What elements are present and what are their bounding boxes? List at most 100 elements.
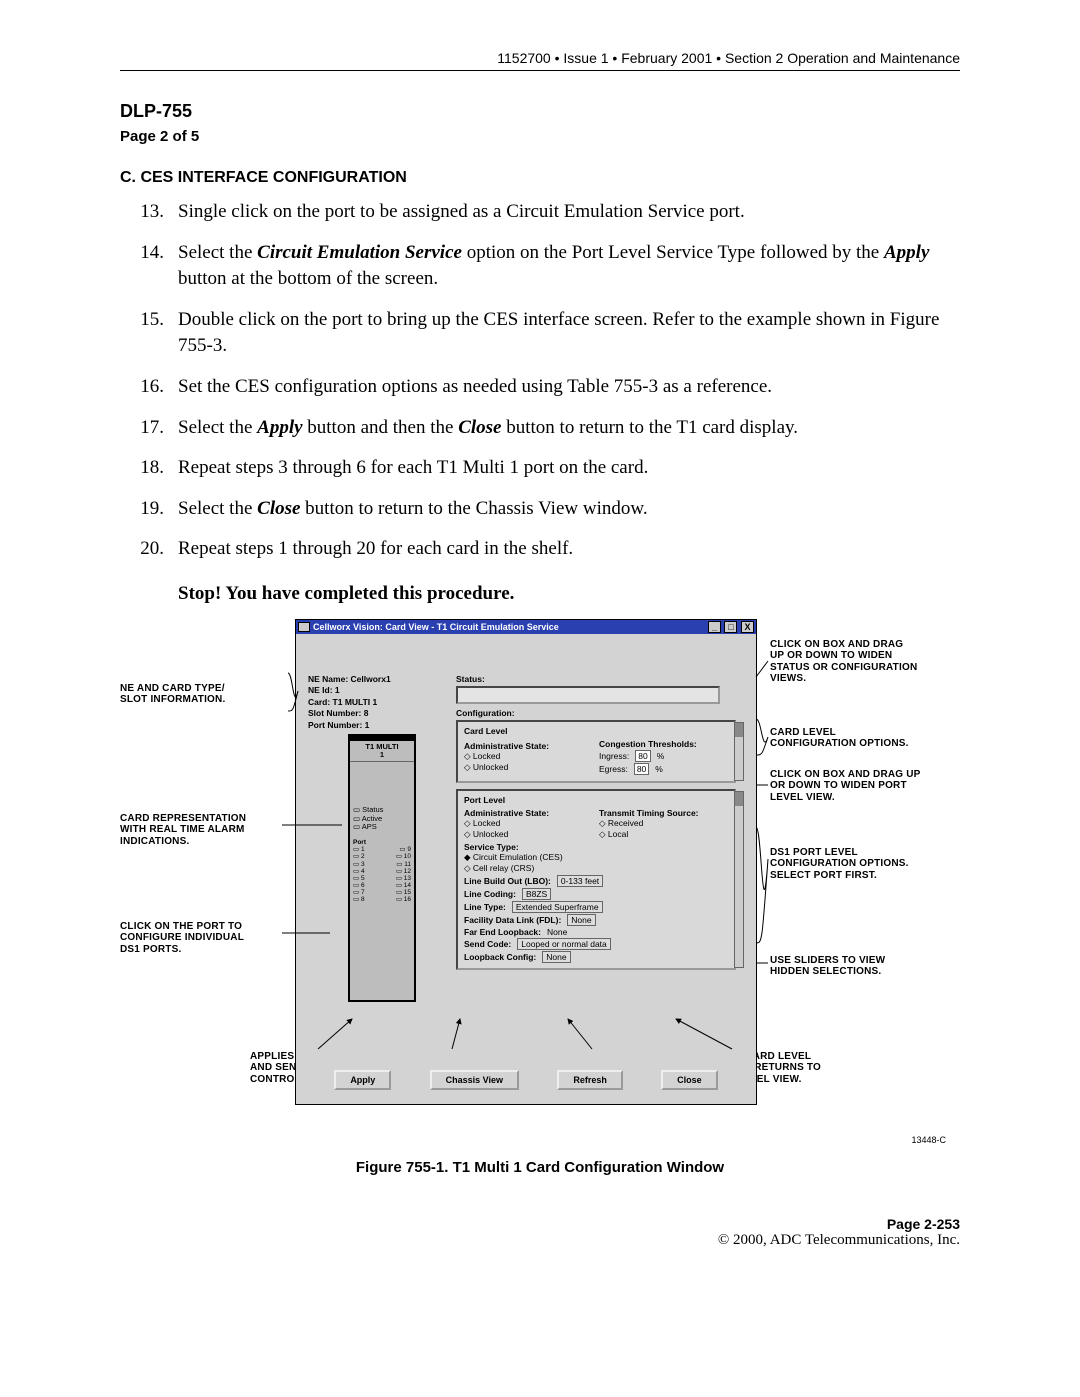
step: 19.Select the Close button to return to … <box>120 496 960 523</box>
card-label-bot: 1 <box>380 750 384 759</box>
card-type: Card: T1 MULTI 1 <box>308 697 391 708</box>
cl-locked-radio[interactable]: Locked <box>464 751 593 762</box>
pl-unlocked-radio[interactable]: Unlocked <box>464 829 593 840</box>
callout-drag-port: CLICK ON BOX AND DRAG UPOR DOWN TO WIDEN… <box>770 769 960 804</box>
port-4[interactable]: 4 <box>353 868 365 875</box>
step-body: Repeat steps 1 through 20 for each card … <box>178 536 960 563</box>
sysmenu-icon[interactable] <box>298 622 310 632</box>
port-10[interactable]: 10 <box>396 853 411 860</box>
port-13[interactable]: 13 <box>396 875 411 882</box>
pl-fdl-select[interactable]: None <box>567 914 595 926</box>
status-label: Status: <box>456 674 736 684</box>
ne-info-block: NE Name: Cellworx1 NE Id: 1 Card: T1 MUL… <box>308 674 391 731</box>
slot-number: Slot Number: 8 <box>308 708 391 719</box>
port-5[interactable]: 5 <box>353 875 365 882</box>
pl-svc-crs-radio[interactable]: Cell relay (CRS) <box>464 863 728 874</box>
callout-card-level: CARD LEVELCONFIGURATION OPTIONS. <box>770 727 960 750</box>
port-9[interactable]: 9 <box>399 846 411 853</box>
maximize-icon[interactable]: □ <box>724 621 737 633</box>
port-7[interactable]: 7 <box>353 889 365 896</box>
card-level-title: Card Level <box>464 726 728 736</box>
card-level-scrollbar[interactable] <box>734 722 744 781</box>
refresh-button[interactable]: Refresh <box>557 1070 623 1090</box>
pl-fel-label: Far End Loopback: <box>464 927 541 937</box>
stop-line: Stop! You have completed this procedure. <box>178 583 960 605</box>
close-icon[interactable]: X <box>741 621 754 633</box>
figure-755-1: NE AND CARD TYPE/SLOT INFORMATION. CARD … <box>120 619 960 1139</box>
status-box[interactable] <box>456 686 720 704</box>
minimize-icon[interactable]: _ <box>708 621 721 633</box>
figure-id: 13448-C <box>911 1135 946 1145</box>
step: 20.Repeat steps 1 through 20 for each ca… <box>120 536 960 563</box>
step: 15.Double click on the port to bring up … <box>120 307 960 360</box>
legend-aps: APS <box>353 823 411 831</box>
pl-fel-val: None <box>547 927 567 937</box>
ne-id: NE Id: 1 <box>308 685 391 696</box>
step-body: Double click on the port to bring up the… <box>178 307 960 360</box>
pl-lbo-label: Line Build Out (LBO): <box>464 876 551 886</box>
step-body: Select the Close button to return to the… <box>178 496 960 523</box>
step-number: 13. <box>120 199 178 226</box>
running-header: 1152700 • Issue 1 • February 2001 • Sect… <box>120 50 960 66</box>
steps-list: 13.Single click on the port to be assign… <box>120 199 960 563</box>
callout-drag-status: CLICK ON BOX AND DRAGUP OR DOWN TO WIDEN… <box>770 639 960 685</box>
pl-lt-label: Line Type: <box>464 902 506 912</box>
window-titlebar[interactable]: Cellworx Vision: Card View - T1 Circuit … <box>296 620 756 634</box>
callout-ne-slot: NE AND CARD TYPE/SLOT INFORMATION. <box>120 683 290 706</box>
pl-lt-select[interactable]: Extended Superframe <box>512 901 603 913</box>
pl-admin-label: Administrative State: <box>464 808 593 818</box>
step: 17.Select the Apply button and then the … <box>120 415 960 442</box>
port-8[interactable]: 8 <box>353 896 365 903</box>
callout-card-rep: CARD REPRESENTATIONWITH REAL TIME ALARMI… <box>120 813 290 848</box>
port-1[interactable]: 1 <box>353 846 365 853</box>
footer-copyright: © 2000, ADC Telecommunications, Inc. <box>120 1232 960 1249</box>
port-16[interactable]: 16 <box>396 896 411 903</box>
cl-admin-label: Administrative State: <box>464 741 593 751</box>
cl-egress-label: Egress: <box>599 764 628 774</box>
apply-button[interactable]: Apply <box>334 1070 391 1090</box>
pl-lc-label: Line Coding: <box>464 889 516 899</box>
step: 14.Select the Circuit Emulation Service … <box>120 240 960 293</box>
port-12[interactable]: 12 <box>396 868 411 875</box>
pl-svc-label: Service Type: <box>464 842 728 852</box>
pl-local-radio[interactable]: Local <box>599 829 728 840</box>
port-14[interactable]: 14 <box>396 882 411 889</box>
dlp-title: DLP-755 <box>120 101 960 122</box>
pl-lc-select[interactable]: B8ZS <box>522 888 551 900</box>
port-number: Port Number: 1 <box>308 720 391 731</box>
step-number: 15. <box>120 307 178 360</box>
cl-unlocked-radio[interactable]: Unlocked <box>464 762 593 773</box>
figure-caption: Figure 755-1. T1 Multi 1 Card Configurat… <box>120 1159 960 1176</box>
pl-svc-ces-radio[interactable]: Circuit Emulation (CES) <box>464 852 728 863</box>
pl-received-radio[interactable]: Received <box>599 818 728 829</box>
step-number: 17. <box>120 415 178 442</box>
port-level-title: Port Level <box>464 795 728 805</box>
card-representation[interactable]: T1 MULTI 1 Status Active APS Port 1 <box>348 734 416 1003</box>
footer-page: Page 2-253 <box>120 1216 960 1232</box>
pl-locked-radio[interactable]: Locked <box>464 818 593 829</box>
port-15[interactable]: 15 <box>396 889 411 896</box>
pl-lb-select[interactable]: None <box>542 951 570 963</box>
callout-ds1-port: DS1 PORT LEVELCONFIGURATION OPTIONS.SELE… <box>770 847 960 882</box>
step-number: 18. <box>120 455 178 482</box>
pl-lbo-select[interactable]: 0-133 feet <box>557 875 603 887</box>
step-number: 19. <box>120 496 178 523</box>
card-view-window: Cellworx Vision: Card View - T1 Circuit … <box>295 619 757 1105</box>
callout-click-port: CLICK ON THE PORT TOCONFIGURE INDIVIDUAL… <box>120 921 290 956</box>
close-button[interactable]: Close <box>661 1070 718 1090</box>
port-6[interactable]: 6 <box>353 882 365 889</box>
configuration-label: Configuration: <box>456 708 736 718</box>
pl-sc-select[interactable]: Looped or normal data <box>517 938 611 950</box>
chassis-view-button[interactable]: Chassis View <box>430 1070 519 1090</box>
cl-ingress-spin[interactable]: 80 <box>635 750 650 762</box>
pl-tts-label: Transmit Timing Source: <box>599 808 728 818</box>
port-3[interactable]: 3 <box>353 861 365 868</box>
step: 18.Repeat steps 3 through 6 for each T1 … <box>120 455 960 482</box>
step: 16.Set the CES configuration options as … <box>120 374 960 401</box>
cl-egress-spin[interactable]: 80 <box>634 763 649 775</box>
step: 13.Single click on the port to be assign… <box>120 199 960 226</box>
port-11[interactable]: 11 <box>396 861 411 868</box>
header-rule <box>120 70 960 71</box>
port-level-scrollbar[interactable] <box>734 791 744 968</box>
port-2[interactable]: 2 <box>353 853 365 860</box>
